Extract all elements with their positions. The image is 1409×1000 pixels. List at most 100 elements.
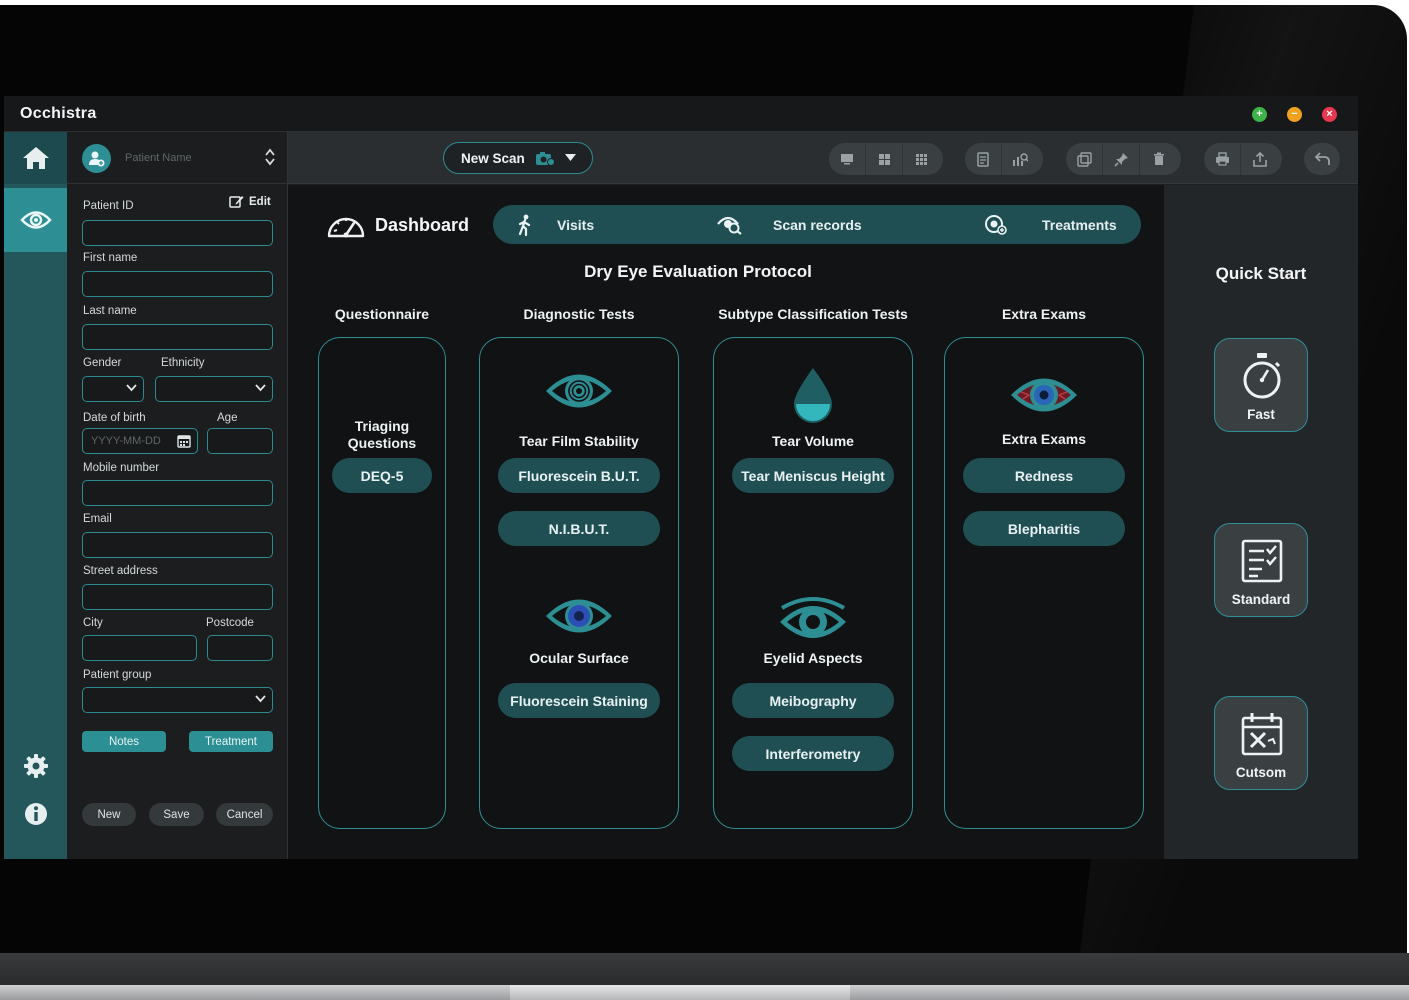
sort-chevrons-icon[interactable] [265, 148, 275, 166]
questionnaire-heading: Questionnaire [334, 306, 430, 322]
mobile-field[interactable] [82, 480, 273, 506]
icon-rail [4, 132, 67, 859]
notes-button[interactable]: Notes [82, 731, 166, 752]
street-field[interactable] [82, 584, 273, 610]
app-window: Occhistra + − × Patient Name Patient ID [4, 96, 1358, 859]
quick-start-fast[interactable]: Fast [1214, 338, 1308, 432]
interferometry-button[interactable]: Interferometry [732, 736, 894, 771]
grid-3x3-icon [916, 153, 927, 165]
quick-start-title: Quick Start [1215, 264, 1307, 283]
patient-search[interactable]: Patient Name [67, 132, 288, 184]
dashboard-title[interactable]: Dashboard [326, 211, 469, 239]
tear-meniscus-height-button[interactable]: Tear Meniscus Height [732, 458, 894, 493]
mobile-label: Mobile number [83, 462, 160, 474]
save-button[interactable]: Save [149, 803, 204, 826]
dashboard-area: Dashboard Visits Scan records Treatments… [288, 185, 1164, 859]
city-field[interactable] [82, 635, 197, 661]
info-icon [24, 803, 47, 825]
grid-3x3-button[interactable] [903, 143, 940, 175]
deq5-button[interactable]: DEQ-5 [332, 458, 432, 493]
meibography-button[interactable]: Meibography [732, 683, 894, 718]
postcode-field[interactable] [207, 635, 273, 661]
report-button[interactable] [965, 143, 1002, 175]
edit-label: Edit [249, 195, 271, 208]
grid-2x2-button[interactable] [866, 143, 903, 175]
age-label: Age [217, 412, 238, 424]
maximize-button[interactable]: + [1252, 107, 1267, 122]
single-view-icon [841, 154, 853, 165]
patient-id-field[interactable] [82, 220, 273, 246]
nav-scan-records-label: Scan records [773, 216, 862, 233]
export-button[interactable] [1241, 143, 1278, 175]
laptop-base [0, 953, 1409, 985]
eye-treatment-icon [985, 214, 1007, 235]
first-name-field[interactable] [82, 271, 273, 297]
edit-icon [229, 196, 244, 208]
ethnicity-label: Ethnicity [161, 357, 205, 369]
dob-field[interactable]: YYYY-MM-DD [82, 428, 198, 454]
patient-group-select[interactable] [82, 687, 273, 713]
eyelid-aspects-title: Eyelid Aspects [763, 650, 863, 666]
fluorescein-but-button[interactable]: Fluorescein B.U.T. [498, 458, 660, 493]
triaging-questions-title: Triaging Questions [347, 418, 417, 451]
nibut-button[interactable]: N.I.B.U.T. [498, 511, 660, 546]
nav-treatments[interactable]: Treatments [984, 205, 1117, 244]
last-name-field[interactable] [82, 324, 273, 350]
print-button[interactable] [1204, 143, 1241, 175]
treatment-button[interactable]: Treatment [189, 731, 273, 752]
ethnicity-select[interactable] [155, 376, 273, 402]
checklist-icon [1241, 539, 1283, 583]
pin-button[interactable] [1103, 143, 1140, 175]
dashboard-gauge-icon [327, 217, 365, 238]
age-field[interactable] [207, 428, 273, 454]
dob-label: Date of birth [83, 412, 146, 424]
edit-button[interactable]: Edit [229, 194, 271, 209]
undo-button[interactable] [1304, 143, 1340, 175]
close-button[interactable]: × [1322, 107, 1337, 122]
eye-scan-button[interactable] [4, 188, 67, 252]
subtype-column: Tear Volume Tear Meniscus Height Eyelid … [713, 337, 913, 829]
chevron-down-icon [126, 384, 137, 392]
extra-heading: Extra Exams [1001, 306, 1087, 322]
quick-start-custom[interactable]: Cutsom [1214, 696, 1308, 790]
laptop-hinge-notch [510, 985, 850, 1000]
undo-group [1304, 143, 1340, 175]
home-button[interactable] [4, 132, 67, 184]
email-label: Email [83, 513, 112, 525]
eye-icon [19, 211, 52, 229]
fluorescein-staining-button[interactable]: Fluorescein Staining [498, 683, 660, 718]
compare-button[interactable] [1066, 143, 1103, 175]
report-group [965, 143, 1043, 175]
info-button[interactable] [4, 794, 67, 834]
compare-icon [1076, 151, 1092, 167]
dob-placeholder: YYYY-MM-DD [91, 435, 161, 447]
eye-ocular-surface-icon [546, 599, 612, 633]
quick-start-panel: Quick Start Fast Standard Cutsom [1164, 185, 1358, 859]
new-scan-button[interactable]: New Scan [443, 142, 593, 174]
email-field[interactable] [82, 532, 273, 558]
postcode-label: Postcode [206, 617, 254, 629]
analysis-icon [1013, 152, 1028, 166]
delete-button[interactable] [1140, 143, 1177, 175]
gender-select[interactable] [82, 376, 144, 402]
toolbar: New Scan [288, 132, 1358, 184]
single-view-button[interactable] [829, 143, 866, 175]
calendar-icon[interactable] [177, 434, 191, 448]
new-button[interactable]: New [82, 803, 136, 826]
stopwatch-icon [1243, 353, 1281, 399]
blepharitis-button[interactable]: Blepharitis [963, 511, 1125, 546]
home-icon [22, 147, 49, 169]
nav-scan-records[interactable]: Scan records [717, 205, 862, 244]
nav-visits[interactable]: Visits [517, 205, 594, 244]
analysis-button[interactable] [1002, 143, 1039, 175]
diagnostic-column: Tear Film Stability Fluorescein B.U.T. N… [479, 337, 679, 829]
chevron-down-icon [564, 154, 576, 161]
redness-button[interactable]: Redness [963, 458, 1125, 493]
print-icon [1215, 152, 1229, 166]
quick-start-standard[interactable]: Standard [1214, 523, 1308, 617]
calendar-tools-icon [1241, 713, 1283, 756]
undo-icon [1314, 152, 1330, 165]
settings-button[interactable] [4, 746, 67, 786]
cancel-button[interactable]: Cancel [216, 803, 273, 826]
minimize-button[interactable]: − [1287, 107, 1302, 122]
